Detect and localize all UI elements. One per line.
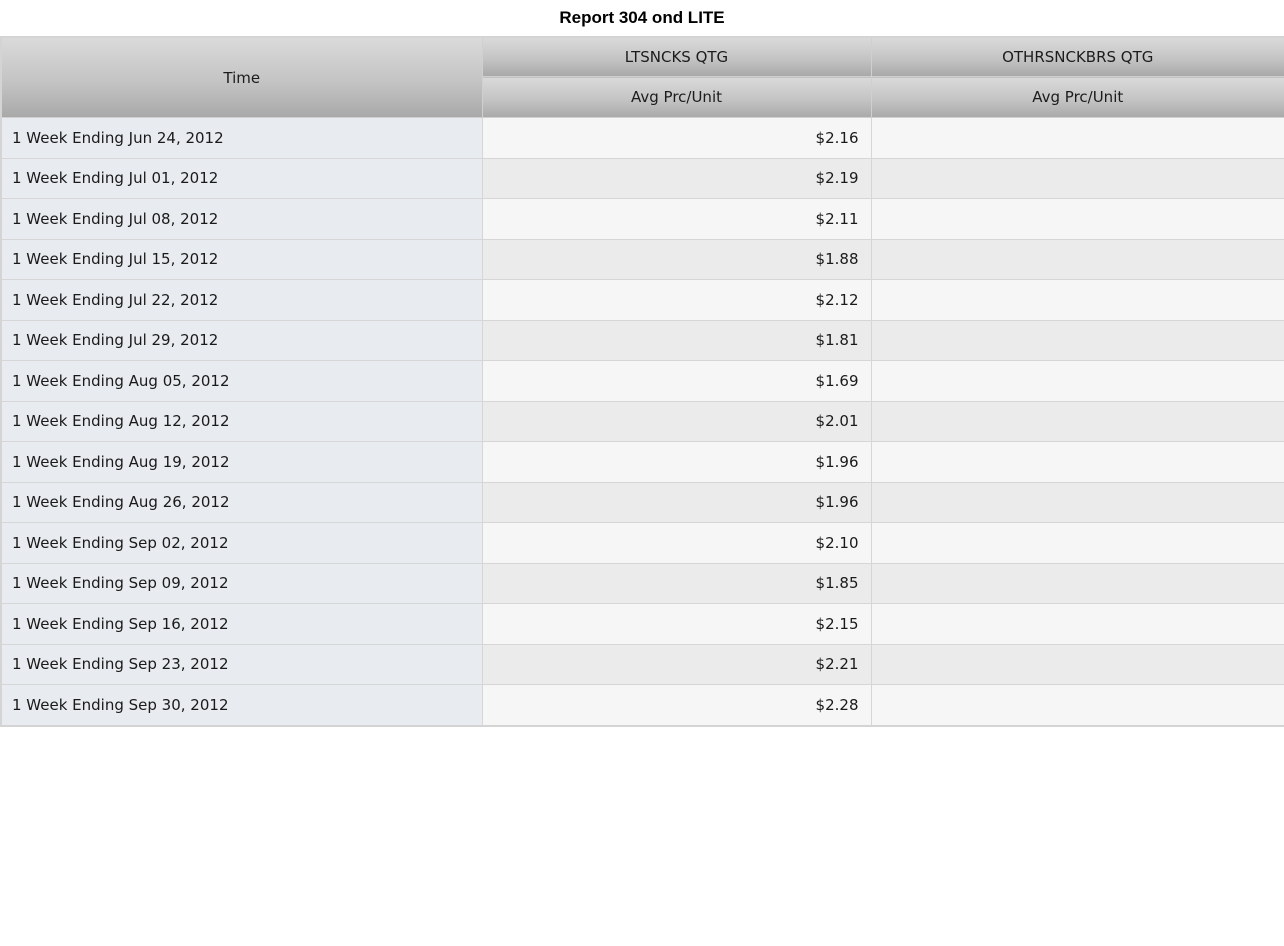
cell-ltsncks-avg-prc-unit: $1.81	[481, 319, 872, 361]
column-group-header-othrsnckbrs[interactable]: OTHRSNCKBRS QTG	[870, 36, 1284, 77]
row-header-time: 1 Week Ending Jul 22, 2012	[0, 279, 483, 321]
column-header-time[interactable]: Time	[0, 36, 483, 118]
cell-ltsncks-avg-prc-unit: $2.21	[481, 643, 872, 685]
data-table: Time LTSNCKS QTG OTHRSNCKBRS QTG Avg Prc…	[0, 36, 1284, 727]
row-header-time: 1 Week Ending Aug 19, 2012	[0, 441, 483, 483]
row-header-time: 1 Week Ending Sep 30, 2012	[0, 684, 483, 726]
cell-othrsnckbrs-avg-prc-unit	[870, 562, 1284, 604]
cell-ltsncks-avg-prc-unit: $1.85	[481, 562, 872, 604]
cell-ltsncks-avg-prc-unit: $1.96	[481, 441, 872, 483]
table-row: 1 Week Ending Aug 05, 2012 $1.69	[0, 360, 1284, 402]
cell-ltsncks-avg-prc-unit: $2.28	[481, 684, 872, 726]
row-header-time: 1 Week Ending Sep 23, 2012	[0, 643, 483, 685]
row-header-time: 1 Week Ending Aug 12, 2012	[0, 400, 483, 442]
table-row: 1 Week Ending Jul 08, 2012 $2.11	[0, 198, 1284, 240]
row-header-time: 1 Week Ending Jul 29, 2012	[0, 319, 483, 361]
row-header-time: 1 Week Ending Sep 02, 2012	[0, 522, 483, 564]
table-body: 1 Week Ending Jun 24, 2012 $2.16 1 Week En…	[0, 117, 1284, 726]
row-header-time: 1 Week Ending Jul 15, 2012	[0, 238, 483, 280]
cell-ltsncks-avg-prc-unit: $2.11	[481, 198, 872, 240]
row-header-time: 1 Week Ending Jul 08, 2012	[0, 198, 483, 240]
cell-othrsnckbrs-avg-prc-unit	[870, 157, 1284, 199]
table-header: Time LTSNCKS QTG OTHRSNCKBRS QTG Avg Prc…	[0, 36, 1284, 118]
cell-othrsnckbrs-avg-prc-unit	[870, 684, 1284, 726]
table-row: 1 Week Ending Sep 30, 2012 $2.28	[0, 684, 1284, 726]
column-group-header-ltsncks[interactable]: LTSNCKS QTG	[481, 36, 872, 77]
table-row: 1 Week Ending Aug 26, 2012 $1.96	[0, 481, 1284, 523]
cell-ltsncks-avg-prc-unit: $2.12	[481, 279, 872, 321]
table-row: 1 Week Ending Aug 19, 2012 $1.96	[0, 441, 1284, 483]
table-row: 1 Week Ending Sep 16, 2012 $2.15	[0, 603, 1284, 645]
cell-ltsncks-avg-prc-unit: $2.19	[481, 157, 872, 199]
column-header-avg-prc-unit[interactable]: Avg Prc/Unit	[481, 76, 872, 118]
cell-othrsnckbrs-avg-prc-unit	[870, 319, 1284, 361]
table-row: 1 Week Ending Jun 24, 2012 $2.16	[0, 117, 1284, 159]
cell-ltsncks-avg-prc-unit: $1.69	[481, 360, 872, 402]
cell-othrsnckbrs-avg-prc-unit	[870, 238, 1284, 280]
table-row: 1 Week Ending Sep 09, 2012 $1.85	[0, 562, 1284, 604]
cell-othrsnckbrs-avg-prc-unit	[870, 441, 1284, 483]
row-header-time: 1 Week Ending Aug 26, 2012	[0, 481, 483, 523]
table-row: 1 Week Ending Sep 23, 2012 $2.21	[0, 643, 1284, 685]
row-header-time: 1 Week Ending Sep 09, 2012	[0, 562, 483, 604]
table-row: 1 Week Ending Jul 22, 2012 $2.12	[0, 279, 1284, 321]
cell-othrsnckbrs-avg-prc-unit	[870, 198, 1284, 240]
cell-othrsnckbrs-avg-prc-unit	[870, 400, 1284, 442]
cell-othrsnckbrs-avg-prc-unit	[870, 117, 1284, 159]
cell-ltsncks-avg-prc-unit: $2.15	[481, 603, 872, 645]
table-row: 1 Week Ending Jul 15, 2012 $1.88	[0, 238, 1284, 280]
cell-othrsnckbrs-avg-prc-unit	[870, 522, 1284, 564]
cell-ltsncks-avg-prc-unit: $2.01	[481, 400, 872, 442]
cell-othrsnckbrs-avg-prc-unit	[870, 643, 1284, 685]
cell-othrsnckbrs-avg-prc-unit	[870, 603, 1284, 645]
cell-ltsncks-avg-prc-unit: $1.88	[481, 238, 872, 280]
cell-othrsnckbrs-avg-prc-unit	[870, 481, 1284, 523]
table-row: 1 Week Ending Sep 02, 2012 $2.10	[0, 522, 1284, 564]
row-header-time: 1 Week Ending Jul 01, 2012	[0, 157, 483, 199]
row-header-time: 1 Week Ending Jun 24, 2012	[0, 117, 483, 159]
cell-ltsncks-avg-prc-unit: $2.10	[481, 522, 872, 564]
table-row: 1 Week Ending Jul 01, 2012 $2.19	[0, 157, 1284, 199]
cell-ltsncks-avg-prc-unit: $1.96	[481, 481, 872, 523]
row-header-time: 1 Week Ending Aug 05, 2012	[0, 360, 483, 402]
cell-ltsncks-avg-prc-unit: $2.16	[481, 117, 872, 159]
row-header-time: 1 Week Ending Sep 16, 2012	[0, 603, 483, 645]
table-row: 1 Week Ending Jul 29, 2012 $1.81	[0, 319, 1284, 361]
cell-othrsnckbrs-avg-prc-unit	[870, 279, 1284, 321]
report-title: Report 304 ond LITE	[559, 8, 725, 27]
table-row: 1 Week Ending Aug 12, 2012 $2.01	[0, 400, 1284, 442]
report-grid: Time LTSNCKS QTG OTHRSNCKBRS QTG Avg Prc…	[0, 36, 1284, 727]
column-header-avg-prc-unit[interactable]: Avg Prc/Unit	[870, 76, 1284, 118]
cell-othrsnckbrs-avg-prc-unit	[870, 360, 1284, 402]
